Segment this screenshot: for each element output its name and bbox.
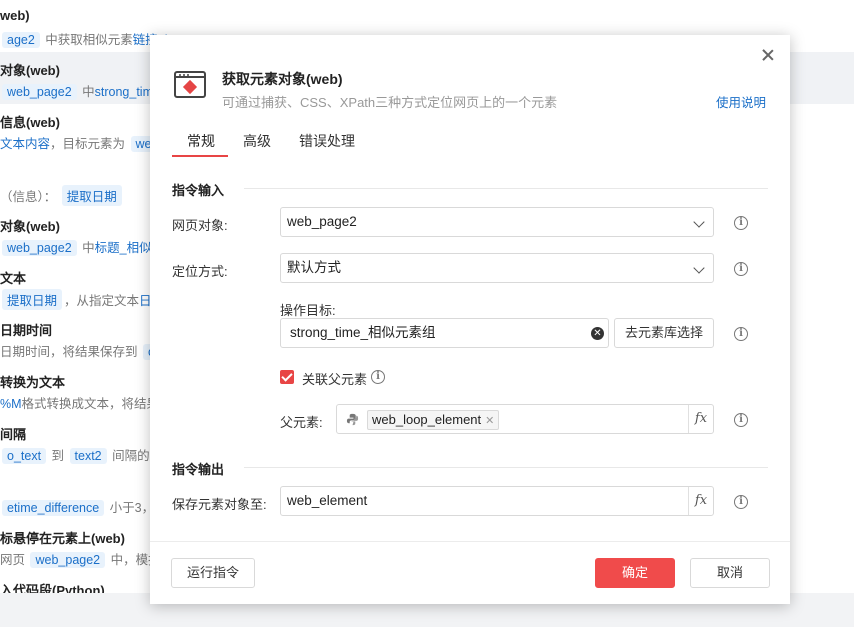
tab-advanced[interactable]: 高级	[243, 131, 271, 151]
list-item-title: 间隔	[0, 427, 27, 442]
list-item-title: 日期时间	[0, 323, 53, 338]
parent-element-tag: web_loop_element ✕	[367, 410, 500, 430]
list-item-desc: etime_difference 小于3，贝	[0, 497, 167, 516]
desc-text: 中	[78, 85, 95, 99]
list-item-desc: web_page2 中标题_相似元	[0, 237, 164, 256]
cancel-button[interactable]: 取消	[690, 558, 770, 588]
footer-divider	[150, 541, 790, 542]
list-item-title: web)	[0, 8, 30, 23]
web-page-value: web_page2	[287, 214, 357, 229]
locate-method-value: 默认方式	[287, 260, 341, 275]
get-element-dialog: 获取元素对象(web) 可通过捕获、CSS、XPath三种方式定位网页上的一个元…	[150, 35, 790, 604]
variable-chip: web_page2	[2, 84, 77, 100]
info-icon[interactable]: i	[734, 216, 748, 230]
tab-general[interactable]: 常规	[187, 131, 215, 151]
icon-layers	[182, 79, 198, 95]
active-tab-indicator	[172, 155, 228, 157]
dialog-subtitle: 可通过捕获、CSS、XPath三种方式定位网页上的一个元素	[222, 95, 558, 110]
python-icon	[346, 413, 359, 426]
variable-chip: web_page2	[30, 552, 106, 568]
info-icon[interactable]: i	[371, 370, 385, 384]
desc-text: ，从指定文本	[64, 294, 140, 308]
fx-icon[interactable]: fx	[688, 487, 713, 515]
close-icon[interactable]	[760, 47, 776, 63]
desc-text: 间隔的	[108, 449, 150, 463]
desc-text: 中获取相似元素	[41, 33, 133, 47]
save-element-value: web_element	[287, 493, 368, 508]
desc-text: ，目标元素为	[50, 137, 129, 151]
desc-text: 网页	[0, 553, 29, 567]
divider	[244, 188, 768, 189]
icon-dot	[183, 74, 185, 76]
list-item-title: 对象(web)	[0, 219, 60, 234]
parent-element-label: 父元素:	[280, 415, 323, 430]
parent-element-value: web_loop_element	[372, 412, 482, 427]
browser-element-icon	[174, 71, 206, 98]
target-value: strong_time_相似元素组	[290, 325, 436, 340]
icon-dot	[187, 74, 189, 76]
list-item-desc: 文本内容，目标元素为 web	[0, 133, 165, 152]
dialog-title: 获取元素对象(web)	[222, 71, 343, 87]
variable-chip: etime_difference	[2, 500, 105, 516]
list-item-title: 标悬停在元素上(web)	[0, 531, 125, 546]
save-element-label: 保存元素对象至:	[172, 497, 267, 512]
variable-chip: web_page2	[2, 240, 77, 256]
desc-text: （信息）：	[0, 190, 60, 204]
locate-method-label: 定位方式:	[172, 264, 228, 279]
list-item-desc: 提取日期，从指定文本日开	[0, 289, 164, 310]
list-item-desc: %M格式转换成文本，将结果	[0, 393, 159, 412]
section-output-title: 指令输出	[172, 462, 225, 477]
info-icon[interactable]: i	[734, 495, 748, 509]
variable-chip: text2	[69, 448, 107, 464]
list-item-title: 转换为文本	[0, 375, 66, 390]
list-item-title: 文本	[0, 271, 27, 286]
run-command-button[interactable]: 运行指令	[171, 558, 255, 588]
desc-text: %M	[0, 397, 22, 411]
info-icon[interactable]: i	[734, 262, 748, 276]
desc-text: 小于3，	[106, 501, 155, 515]
chevron-down-icon	[693, 216, 705, 228]
list-item-desc: （信息）： 提取日期	[0, 185, 124, 206]
clear-icon[interactable]: ✕	[591, 327, 604, 340]
list-item-title: 信息(web)	[0, 115, 60, 130]
associate-parent-label: 关联父元素	[302, 372, 368, 387]
remove-tag-icon[interactable]: ✕	[485, 415, 494, 427]
desc-text: 到	[48, 449, 68, 463]
associate-parent-checkbox[interactable]	[280, 370, 294, 384]
list-item-title: 对象(web)	[0, 63, 60, 78]
variable-chip: 提取日期	[2, 289, 63, 310]
desc-text: 中	[78, 241, 95, 255]
desc-text: 格式转换成文本，将结果	[21, 397, 160, 411]
variable-chip: age2	[2, 32, 40, 48]
icon-dot	[179, 74, 181, 76]
chevron-down-icon	[693, 262, 705, 274]
locate-method-select[interactable]: 默认方式	[280, 253, 714, 283]
desc-text: 日期时间，将结果保存到	[0, 345, 141, 359]
section-input-title: 指令输入	[172, 183, 225, 198]
web-page-select[interactable]: web_page2	[280, 207, 714, 237]
confirm-button[interactable]: 确定	[595, 558, 675, 588]
tab-error-handling[interactable]: 错误处理	[299, 131, 355, 151]
list-item-desc: o_text 到 text2 间隔的分钟	[0, 445, 175, 464]
info-icon[interactable]: i	[734, 413, 748, 427]
save-element-input[interactable]: web_element fx	[280, 486, 714, 516]
web-page-label: 网页对象:	[172, 218, 228, 233]
list-item-desc: 网页 web_page2 中，模拟人	[0, 549, 173, 568]
desc-text: strong_tim	[94, 85, 153, 99]
variable-chip: o_text	[2, 448, 47, 464]
variable-chip: 提取日期	[61, 185, 122, 206]
list-item-desc: web_page2 中strong_tim	[0, 81, 153, 100]
pick-from-library-button[interactable]: 去元素库选择	[614, 318, 714, 348]
target-input[interactable]: strong_time_相似元素组 ✕	[280, 318, 609, 348]
list-item-desc: 日期时间，将结果保存到 cu	[0, 341, 168, 360]
list-item-desc: age2 中获取相似元素链接_j	[0, 29, 168, 48]
help-link[interactable]: 使用说明	[716, 92, 766, 111]
fx-icon[interactable]: fx	[688, 405, 713, 433]
target-label: 操作目标:	[280, 303, 336, 318]
info-icon[interactable]: i	[734, 327, 748, 341]
divider	[244, 467, 768, 468]
desc-text: 文本内容	[0, 137, 51, 151]
